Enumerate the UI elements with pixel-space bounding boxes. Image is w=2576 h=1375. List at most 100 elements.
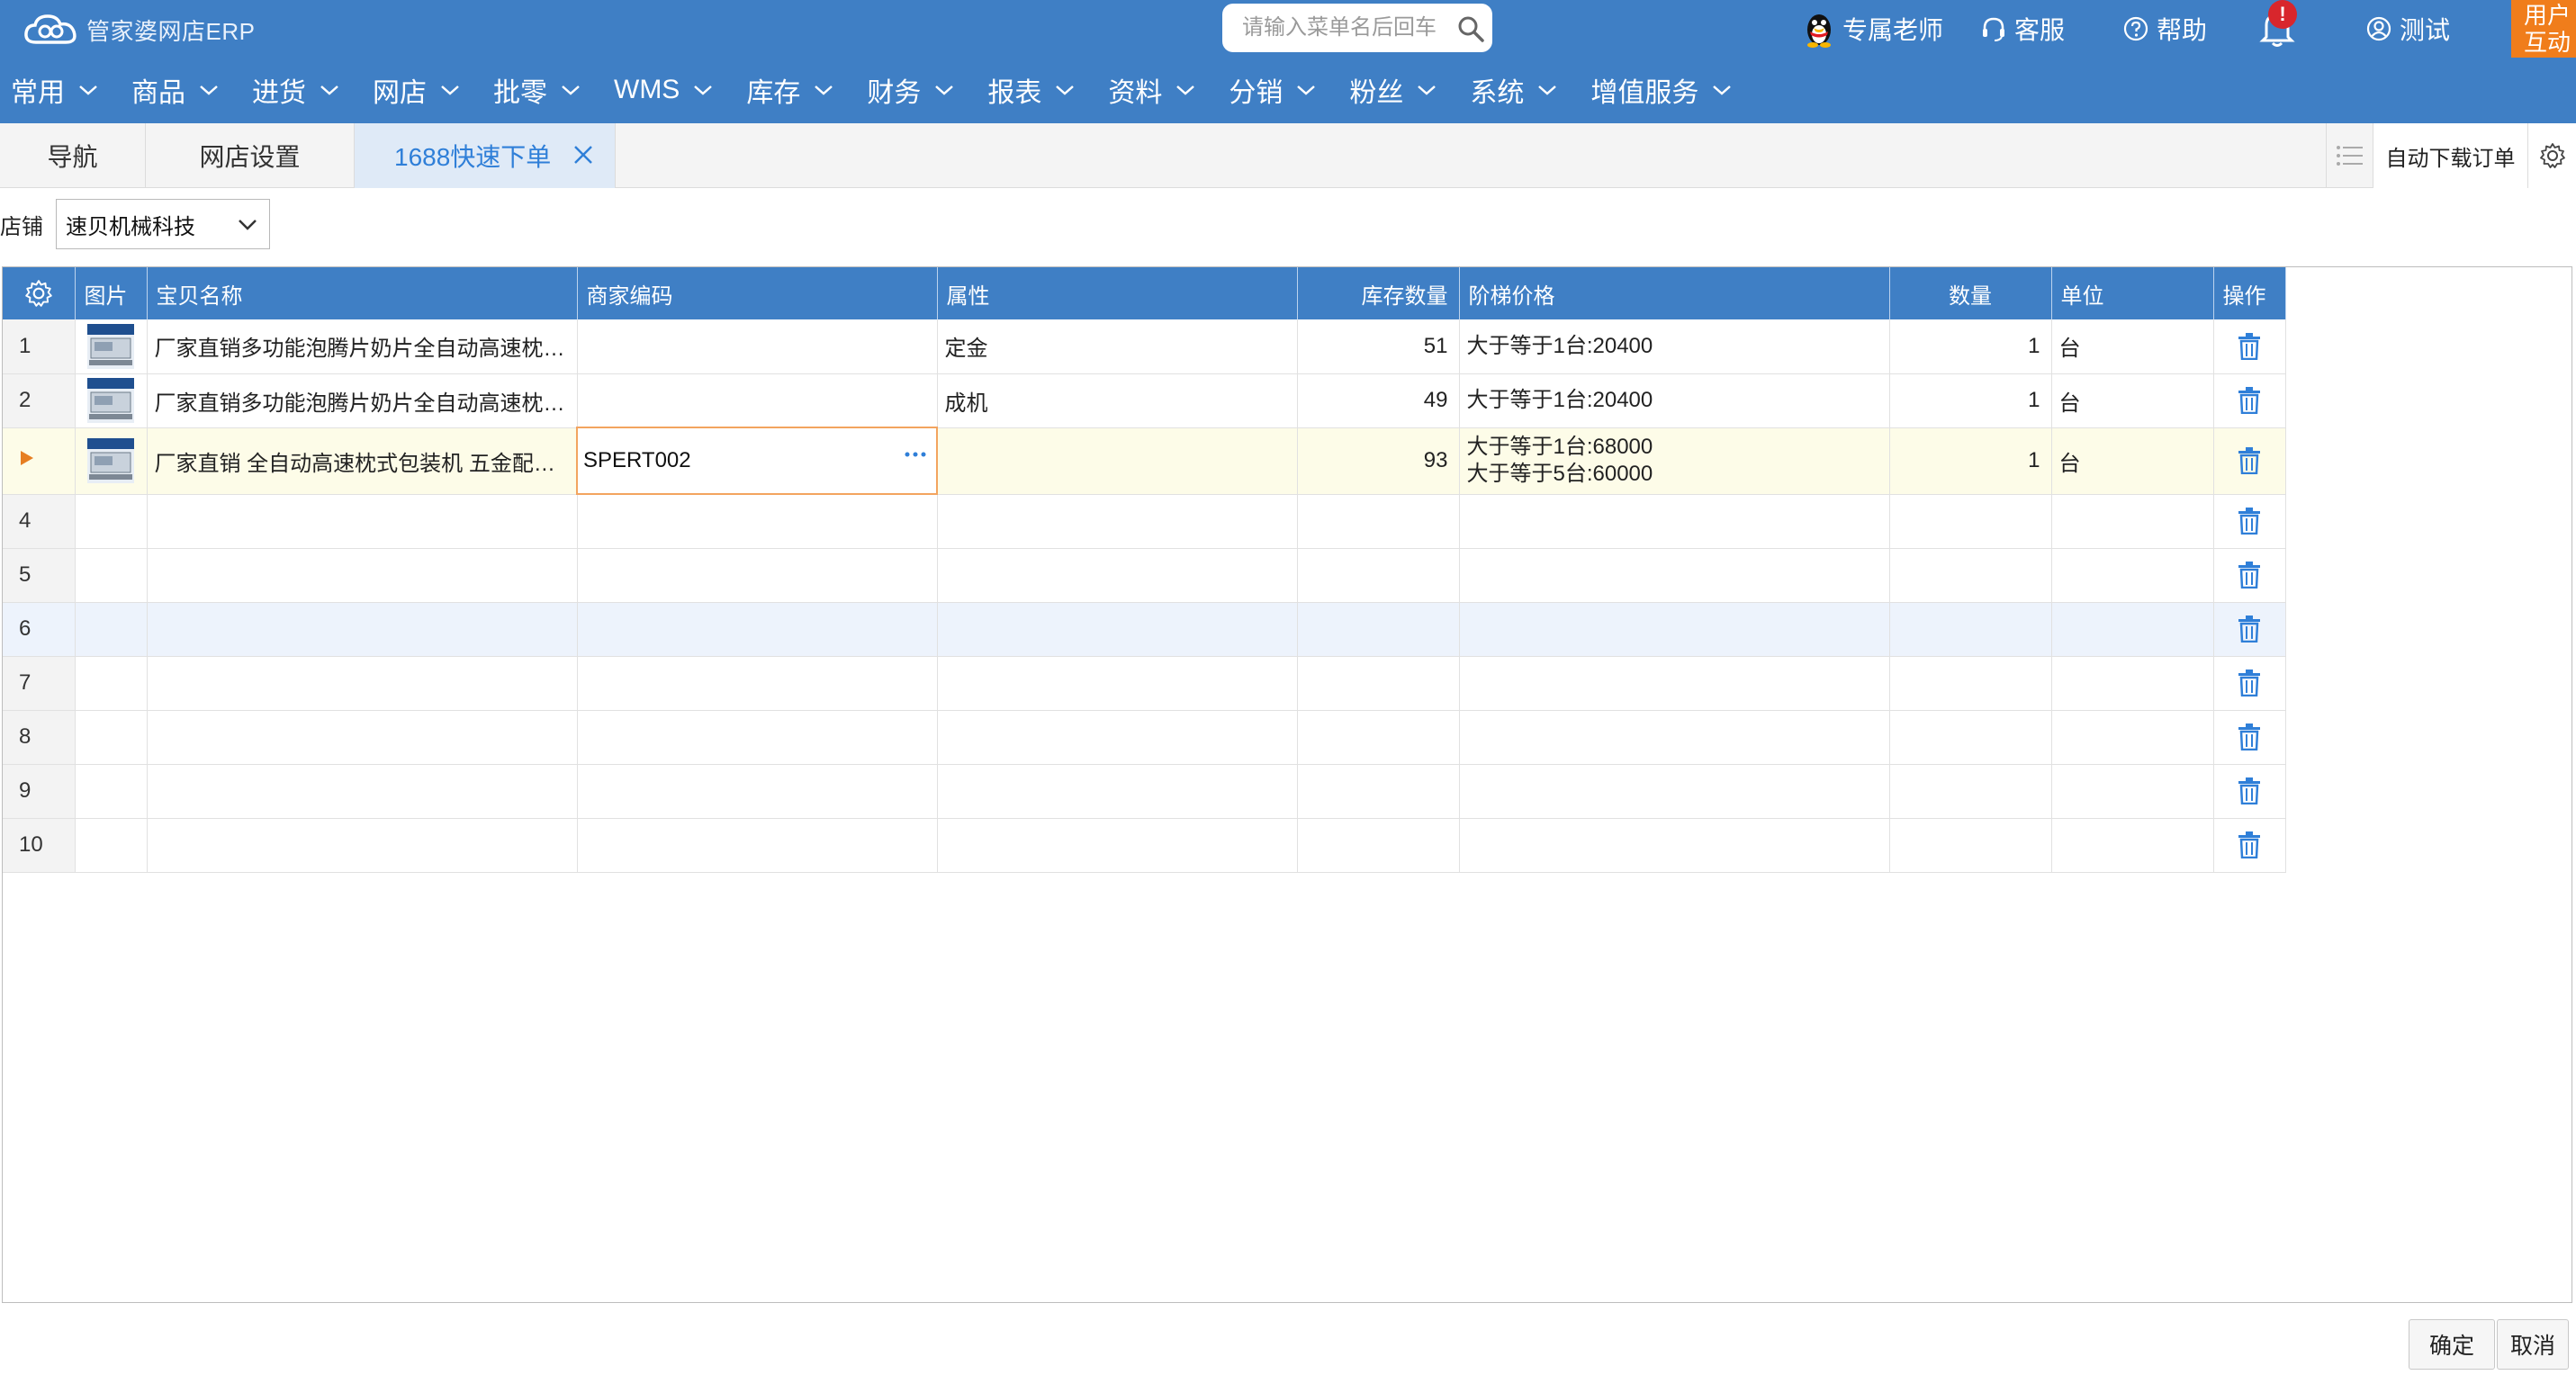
product-name[interactable]: 厂家直销多功能泡腾片奶片全自动高速枕式包装机 [147,319,578,374]
empty-cell[interactable] [1459,710,1890,765]
empty-cell[interactable] [2051,602,2214,657]
trash-icon[interactable] [2238,723,2261,751]
help-link[interactable]: 帮助 [2122,11,2207,47]
order-quantity[interactable]: 1 [1889,319,2052,374]
empty-cell[interactable] [2051,764,2214,819]
empty-cell[interactable] [75,602,148,657]
table-row[interactable]: 1 厂家直销多功能泡腾片奶片全自动高速枕式包装机 定金 51 [3,319,2286,374]
empty-cell[interactable] [937,764,1298,819]
empty-cell[interactable] [577,764,938,819]
empty-cell[interactable] [937,494,1298,549]
close-icon[interactable] [572,143,595,166]
menu-wms[interactable]: WMS [614,75,714,105]
empty-cell[interactable] [147,656,578,711]
empty-cell[interactable] [75,710,148,765]
trash-icon[interactable] [2238,508,2261,535]
product-name[interactable]: 厂家直销多功能泡腾片奶片全自动高速枕式包装机 [147,373,578,428]
column-settings-header[interactable] [3,267,76,319]
column-header-name[interactable]: 宝贝名称 [147,267,578,319]
empty-cell[interactable] [937,710,1298,765]
merchant-code-editor[interactable] [576,427,938,495]
auto-download-orders-button[interactable]: 自动下载订单 [2373,123,2527,188]
menu-system[interactable]: 系统 [1470,70,1558,110]
table-row[interactable]: 8 [3,710,2286,765]
product-name[interactable]: 厂家直销 全自动高速枕式包装机 五金配件包装机 [147,427,578,495]
empty-cell[interactable] [577,494,938,549]
empty-cell[interactable] [1889,548,2052,603]
empty-cell[interactable] [2051,548,2214,603]
merchant-code-input[interactable] [583,448,880,473]
empty-cell[interactable] [147,548,578,603]
trash-icon[interactable] [2238,831,2261,859]
trash-icon[interactable] [2238,387,2261,415]
product-attribute[interactable] [937,427,1298,495]
empty-cell[interactable] [577,548,938,603]
table-row[interactable]: 10 [3,818,2286,873]
trash-icon[interactable] [2238,670,2261,697]
menu-fans[interactable]: 粉丝 [1349,70,1437,110]
empty-cell[interactable] [147,602,578,657]
tab-navigation[interactable]: 导航 [0,123,146,188]
empty-cell[interactable] [147,710,578,765]
empty-cell[interactable] [1889,656,2052,711]
empty-cell[interactable] [577,818,938,873]
table-row-selected[interactable]: 厂家直销 全自动高速枕式包装机 五金配件包装机 93 大于等于1台:68000 … [3,427,2286,495]
menu-goods[interactable]: 商品 [131,70,220,110]
gear-icon[interactable] [23,278,54,309]
trash-icon[interactable] [2238,616,2261,643]
column-header-quantity[interactable]: 数量 [1889,267,2052,319]
empty-cell[interactable] [1297,494,1460,549]
menu-value-added[interactable]: 增值服务 [1590,70,1733,110]
empty-cell[interactable] [937,548,1298,603]
empty-cell[interactable] [2051,494,2214,549]
empty-cell[interactable] [1459,656,1890,711]
empty-cell[interactable] [2051,656,2214,711]
empty-cell[interactable] [1297,656,1460,711]
tab-store-settings[interactable]: 网店设置 [146,123,355,188]
menu-purchase[interactable]: 进货 [252,70,340,110]
table-row[interactable]: 7 [3,656,2286,711]
empty-cell[interactable] [147,764,578,819]
column-header-tier-price[interactable]: 阶梯价格 [1459,267,1890,319]
more-dots-icon[interactable] [904,450,927,459]
user-menu[interactable]: 测试 [2365,11,2450,47]
menu-search-input[interactable] [1242,15,1449,40]
column-header-picture[interactable]: 图片 [75,267,148,319]
empty-cell[interactable] [1459,602,1890,657]
table-row[interactable]: 2 厂家直销多功能泡腾片奶片全自动高速枕式包装机 成机 49 [3,373,2286,428]
empty-cell[interactable] [75,656,148,711]
column-header-unit[interactable]: 单位 [2051,267,2214,319]
empty-cell[interactable] [1889,602,2052,657]
product-attribute[interactable]: 成机 [937,373,1298,428]
dedicated-teacher-link[interactable]: 专属老师 [1803,11,1943,48]
menu-common[interactable]: 常用 [11,70,99,110]
menu-data[interactable]: 资料 [1108,70,1196,110]
empty-cell[interactable] [75,548,148,603]
trash-icon[interactable] [2238,562,2261,589]
cancel-button[interactable]: 取消 [2497,1319,2569,1370]
tab-1688-quick-order[interactable]: 1688快速下单 [355,123,616,188]
menu-distribution[interactable]: 分销 [1229,70,1317,110]
search-icon[interactable] [1456,14,1485,43]
empty-cell[interactable] [1297,548,1460,603]
empty-cell[interactable] [1889,710,2052,765]
table-row-hovered[interactable]: 6 [3,602,2286,657]
empty-cell[interactable] [1297,602,1460,657]
order-quantity[interactable]: 1 [1889,427,2052,495]
confirm-button[interactable]: 确定 [2409,1319,2495,1370]
empty-cell[interactable] [937,602,1298,657]
empty-cell[interactable] [937,656,1298,711]
menu-inventory[interactable]: 库存 [746,70,834,110]
empty-cell[interactable] [1889,494,2052,549]
menu-finance[interactable]: 财务 [867,70,955,110]
empty-cell[interactable] [577,656,938,711]
product-attribute[interactable]: 定金 [937,319,1298,374]
merchant-code[interactable] [577,319,938,374]
empty-cell[interactable] [1459,548,1890,603]
column-header-code[interactable]: 商家编码 [577,267,938,319]
customer-service-link[interactable]: 客服 [1980,11,2065,47]
settings-button[interactable] [2527,123,2576,188]
empty-cell[interactable] [577,710,938,765]
empty-cell[interactable] [75,818,148,873]
empty-cell[interactable] [937,818,1298,873]
